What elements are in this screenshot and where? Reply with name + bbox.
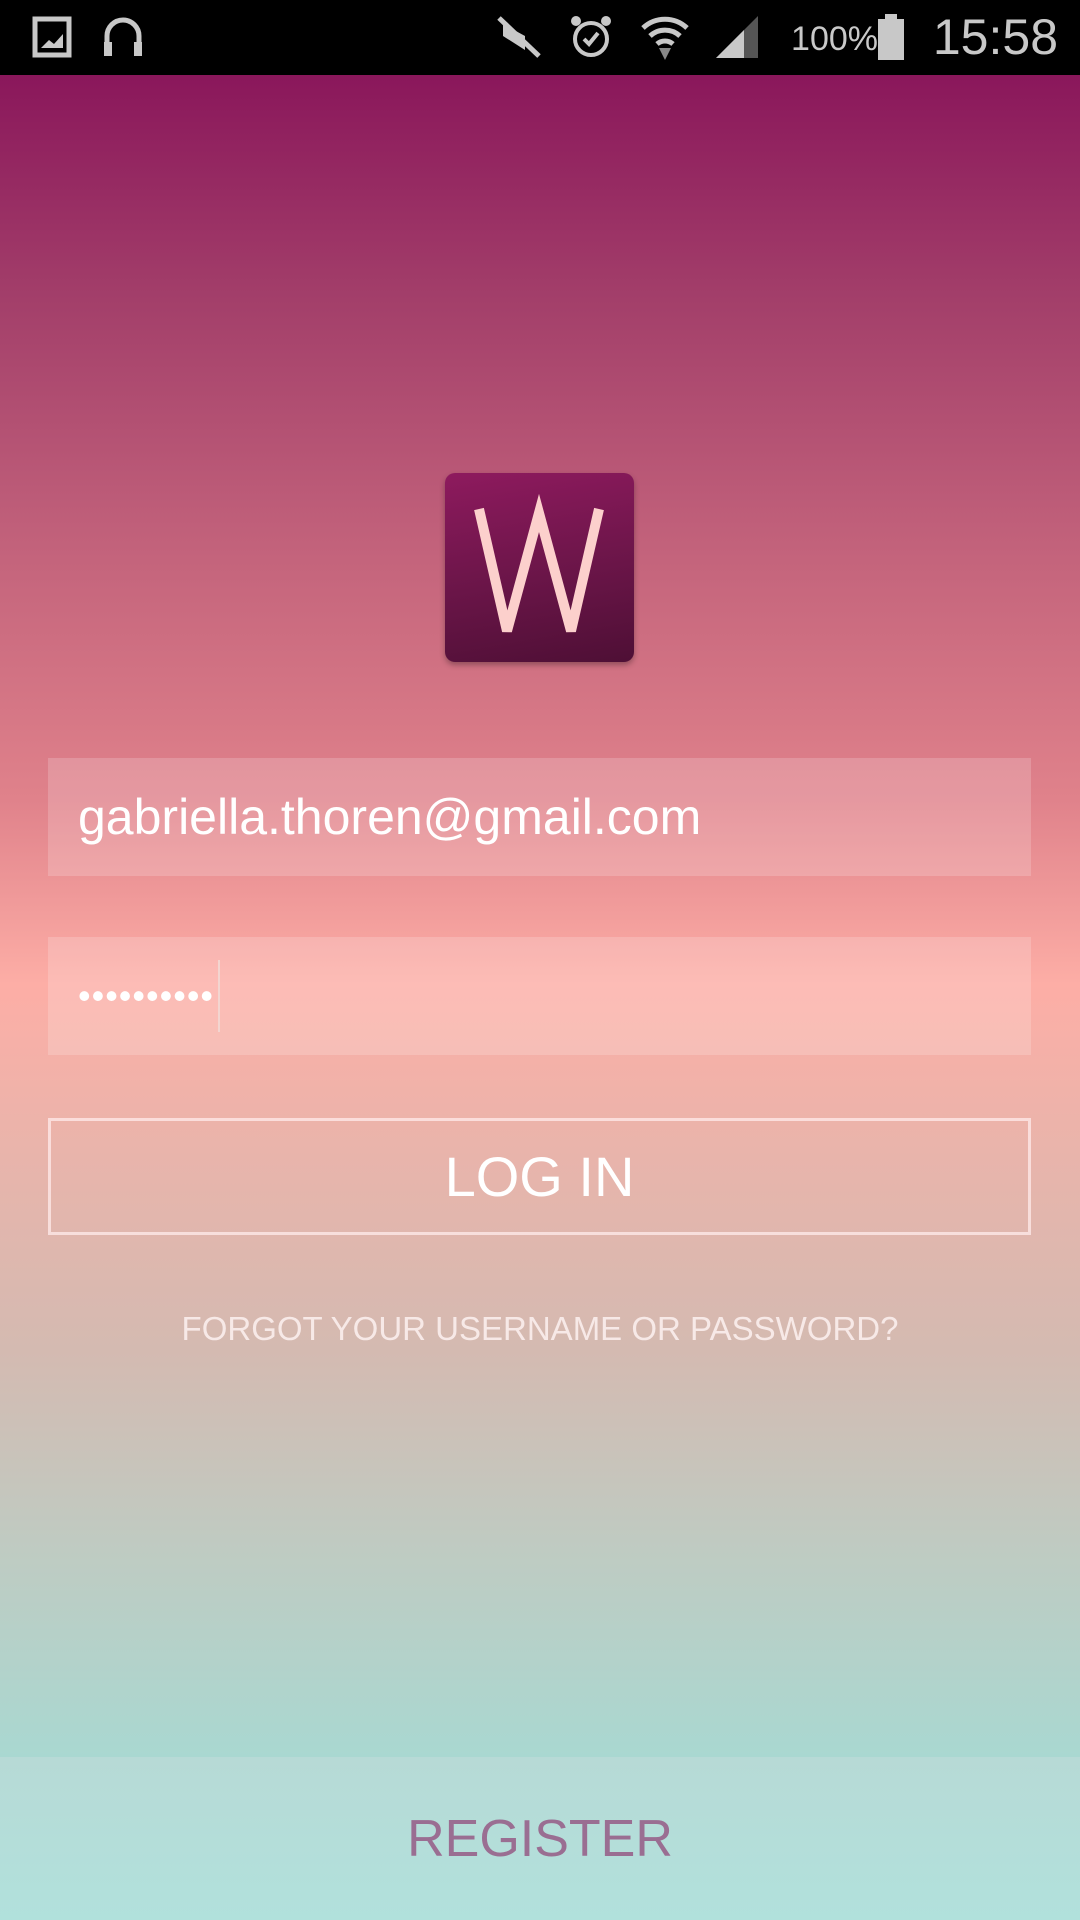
register-button[interactable]: REGISTER [0, 1757, 1080, 1920]
status-bar: 100% 15:58 [0, 0, 1080, 75]
email-value: gabriella.thoren@gmail.com [78, 789, 702, 845]
wifi-icon [641, 16, 689, 60]
gallery-icon [32, 16, 72, 58]
password-field[interactable]: •••••••••• [48, 937, 1031, 1055]
email-field[interactable]: gabriella.thoren@gmail.com [48, 758, 1031, 876]
battery-icon [878, 14, 904, 60]
mute-icon [497, 16, 541, 58]
alarm-icon [571, 16, 611, 57]
logo-w-mark [474, 493, 604, 633]
battery-percent: 100% [791, 20, 878, 58]
forgot-credentials-link[interactable]: FORGOT YOUR USERNAME OR PASSWORD? [0, 1310, 1080, 1348]
clock: 15:58 [932, 9, 1058, 65]
password-value: •••••••••• [78, 975, 215, 1016]
headphones-icon [104, 17, 142, 56]
login-button[interactable]: LOG IN [48, 1118, 1031, 1235]
signal-icon [716, 16, 758, 58]
text-cursor [218, 960, 221, 1032]
app-logo [445, 473, 634, 662]
register-label: REGISTER [407, 1809, 673, 1868]
